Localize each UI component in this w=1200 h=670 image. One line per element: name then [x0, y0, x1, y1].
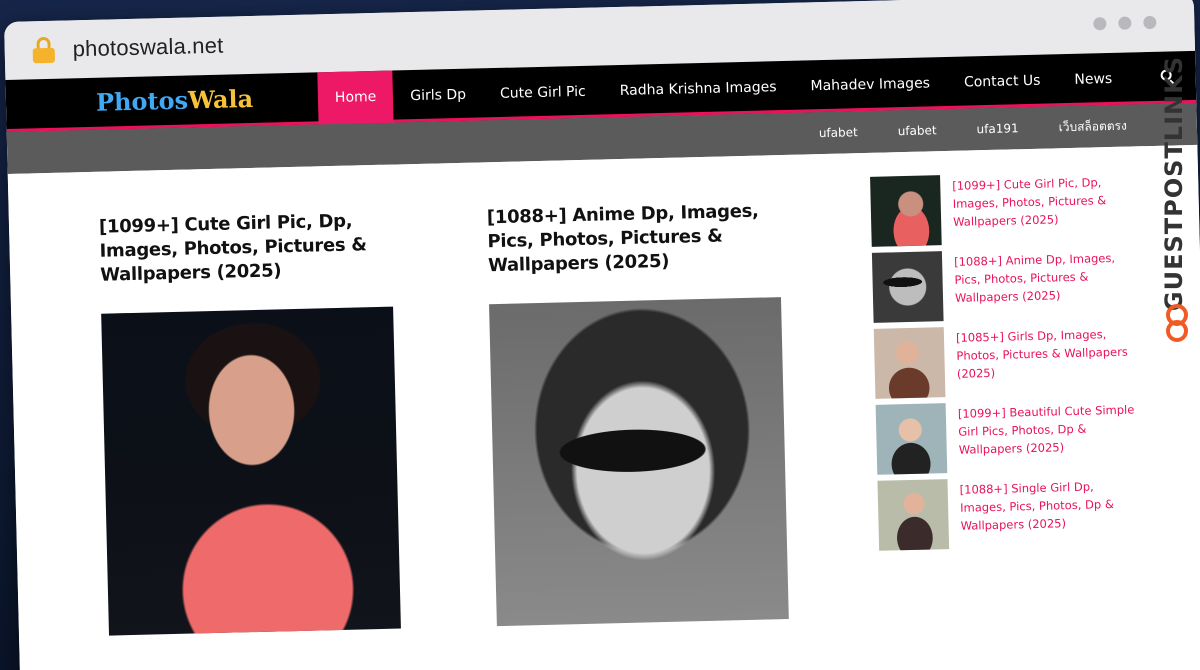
menu-item-mahadev-images[interactable]: Mahadev Images [793, 57, 948, 113]
submenu-item-thai-slots[interactable]: เว็บสล็อตตรง [1058, 116, 1127, 137]
browser-window: photoswala.net PhotosWala Home Girls Dp … [4, 0, 1200, 670]
watermark-text: GUESTPOSTLINKS [1160, 56, 1188, 312]
menu-item-girls-dp[interactable]: Girls Dp [393, 68, 484, 122]
sidebar-item-title[interactable]: [1088+] Anime Dp, Images, Pics, Photos, … [954, 247, 1134, 325]
window-controls [1093, 15, 1157, 31]
menu-item-radha-krishna-images[interactable]: Radha Krishna Images [602, 61, 794, 118]
sidebar-recent-posts: [1099+] Cute Girl Pic, Dp, Images, Photo… [870, 171, 1139, 557]
sidebar-item-title[interactable]: [1099+] Cute Girl Pic, Dp, Images, Photo… [952, 171, 1132, 249]
submenu-item-ufa191[interactable]: ufa191 [976, 121, 1018, 136]
window-dot-icon[interactable] [1118, 16, 1132, 30]
guestpostlinks-watermark: GUESTPOSTLINKS [1160, 56, 1194, 356]
sidebar-item[interactable]: [1085+] Girls Dp, Images, Photos, Pictur… [873, 322, 1136, 402]
sidebar-item-title[interactable]: [1099+] Beautiful Cute Simple Girl Pics,… [958, 398, 1138, 476]
sidebar-item[interactable]: [1088+] Anime Dp, Images, Pics, Photos, … [871, 247, 1134, 327]
sidebar-thumbnail[interactable] [870, 175, 942, 247]
url-text[interactable]: photoswala.net [72, 33, 223, 63]
sidebar-thumbnail[interactable] [871, 251, 944, 323]
sidebar-item[interactable]: [1088+] Single Girl Dp, Images, Pics, Ph… [877, 474, 1139, 554]
submenu-item-ufabet-2[interactable]: ufabet [898, 123, 937, 138]
post-title[interactable]: [1088+] Anime Dp, Images, Pics, Photos, … [487, 198, 809, 278]
website: PhotosWala Home Girls Dp Cute Girl Pic R… [5, 50, 1200, 670]
post-title[interactable]: [1099+] Cute Girl Pic, Dp, Images, Photo… [99, 208, 421, 288]
sidebar-item[interactable]: [1099+] Cute Girl Pic, Dp, Images, Photo… [870, 171, 1132, 251]
window-dot-icon[interactable] [1143, 15, 1157, 30]
site-logo[interactable]: PhotosWala [96, 84, 254, 117]
sidebar-item-title[interactable]: [1085+] Girls Dp, Images, Photos, Pictur… [956, 322, 1136, 400]
link-icon [1166, 304, 1188, 344]
sidebar-thumbnail[interactable] [873, 327, 946, 399]
sidebar-item-title[interactable]: [1088+] Single Girl Dp, Images, Pics, Ph… [959, 474, 1139, 552]
post-card: [1088+] Anime Dp, Images, Pics, Photos, … [487, 198, 817, 627]
logo-part-photos: Photos [95, 85, 189, 117]
logo-part-wala: Wala [187, 83, 254, 115]
submenu-item-ufabet[interactable]: ufabet [819, 125, 858, 140]
window-dot-icon[interactable] [1093, 17, 1107, 31]
post-image[interactable] [101, 306, 401, 636]
menu-item-cute-girl-pic[interactable]: Cute Girl Pic [482, 65, 603, 120]
sidebar-thumbnail[interactable] [875, 403, 948, 475]
sidebar-thumbnail[interactable] [877, 479, 950, 551]
sidebar-item[interactable]: [1099+] Beautiful Cute Simple Girl Pics,… [875, 398, 1138, 478]
lock-icon [32, 36, 56, 64]
post-image[interactable] [489, 297, 789, 627]
menu-item-contact-us[interactable]: Contact Us [946, 54, 1058, 109]
menu-item-home[interactable]: Home [317, 70, 394, 125]
main-content: [1099+] Cute Girl Pic, Dp, Images, Photo… [7, 144, 1200, 670]
post-card: [1099+] Cute Girl Pic, Dp, Images, Photo… [99, 208, 429, 636]
menu-item-news[interactable]: News [1057, 53, 1130, 107]
